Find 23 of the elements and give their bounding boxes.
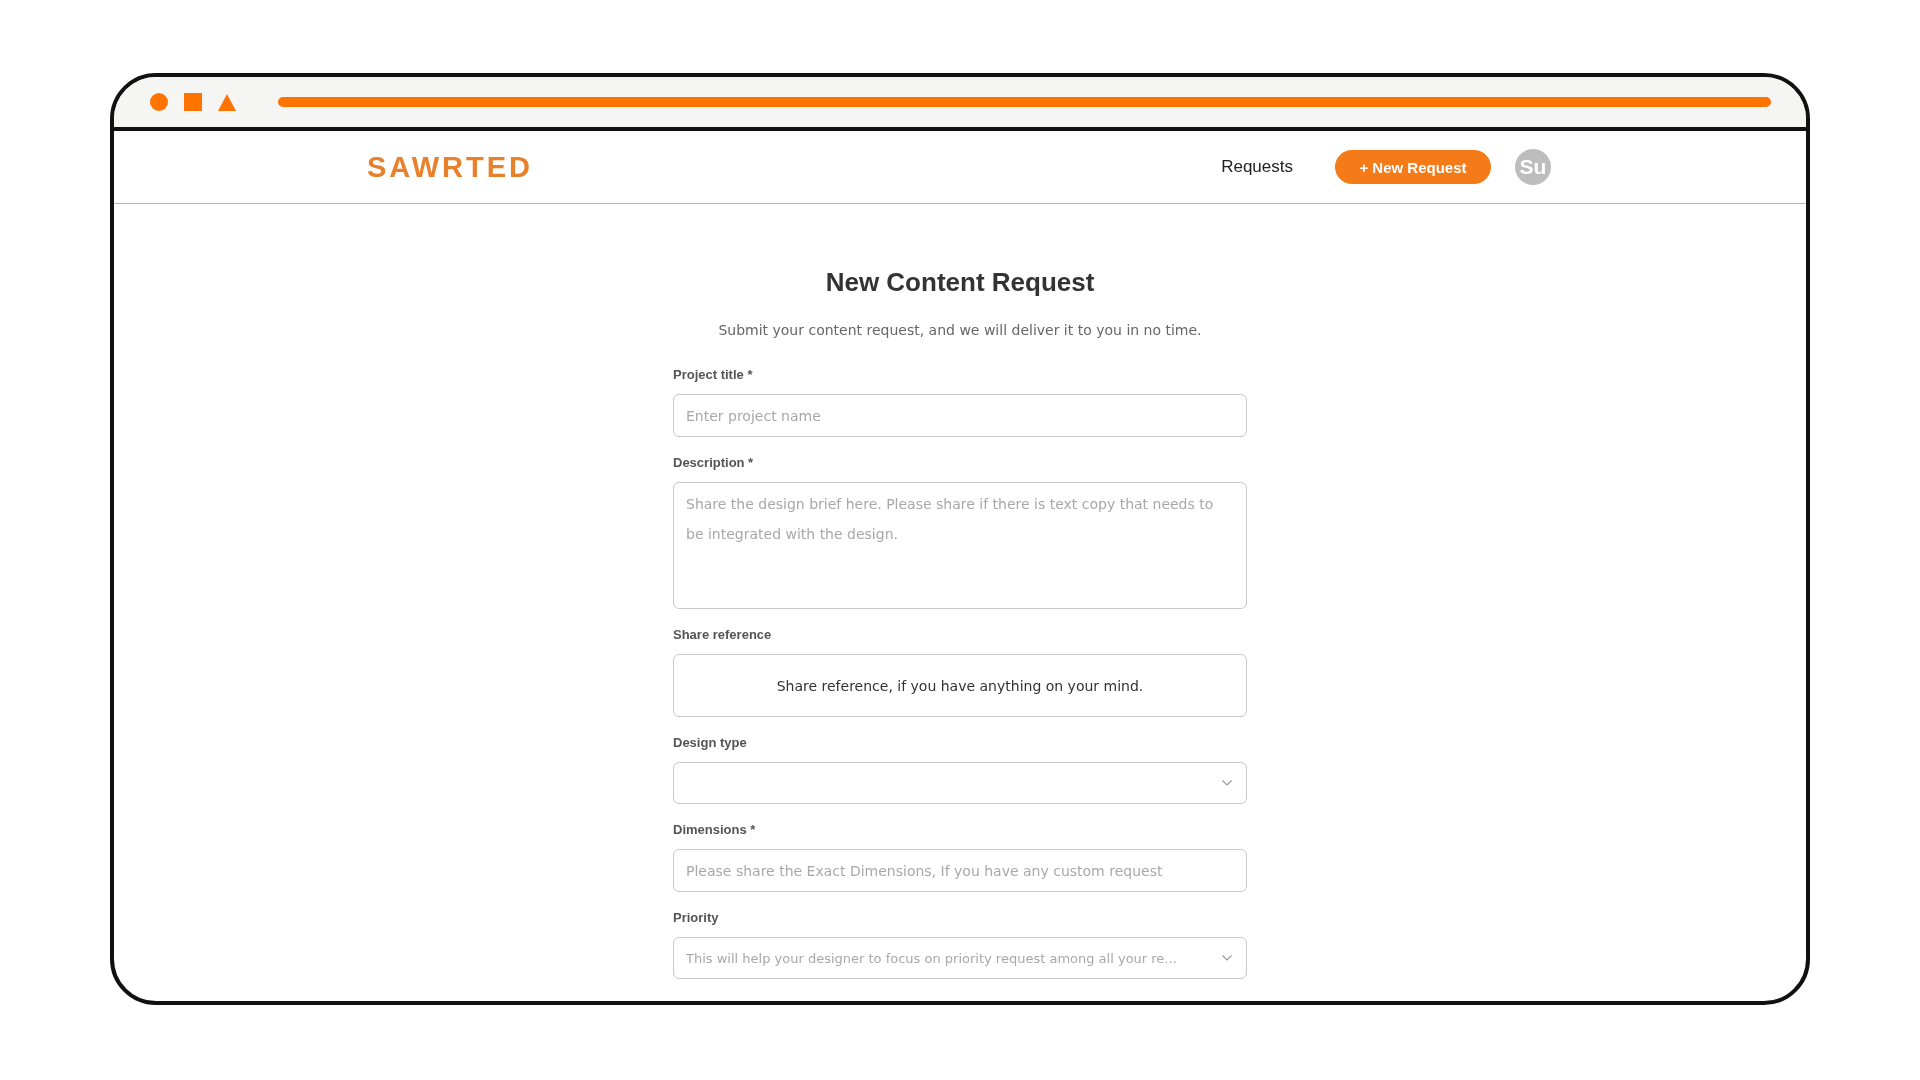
triangle-icon: [218, 93, 236, 111]
input-field[interactable]: Enter project name: [673, 394, 1247, 437]
dropdown-select[interactable]: This will help your designer to focus on priority request among all your re...: [673, 937, 1247, 979]
chevron-down-icon: [1222, 955, 1232, 961]
field-label: Project title *: [673, 366, 753, 384]
new-request-button[interactable]: + New Request: [1335, 150, 1491, 184]
chevron-down-icon: [1222, 780, 1232, 786]
field-label: Priority: [673, 909, 719, 927]
field-label: Description *: [673, 454, 754, 472]
requests-link[interactable]: Requests: [1221, 157, 1293, 177]
page-title: New Content Request: [824, 267, 1096, 297]
square-icon: [184, 93, 202, 111]
input-field[interactable]: Please share the Exact Dimensions, If you have any custom request: [673, 849, 1247, 892]
brand-logo[interactable]: SAWRTED: [367, 150, 533, 184]
page-subtitle: Submit your content request, and we will deliver it to you in no time.: [717, 321, 1203, 340]
circle-icon: [150, 93, 168, 111]
reference-dropzone[interactable]: Share reference, if you have anything on your mind.: [673, 654, 1247, 717]
dropdown-select[interactable]: [673, 762, 1247, 804]
field-label: Share reference: [673, 626, 772, 644]
text-area[interactable]: Share the design brief here. Please share if there is text copy that needs to be integrated with the design.: [673, 482, 1247, 609]
user-avatar[interactable]: Su: [1515, 149, 1551, 185]
field-label: Dimensions *: [673, 821, 756, 839]
field-label: Design type: [673, 734, 747, 752]
